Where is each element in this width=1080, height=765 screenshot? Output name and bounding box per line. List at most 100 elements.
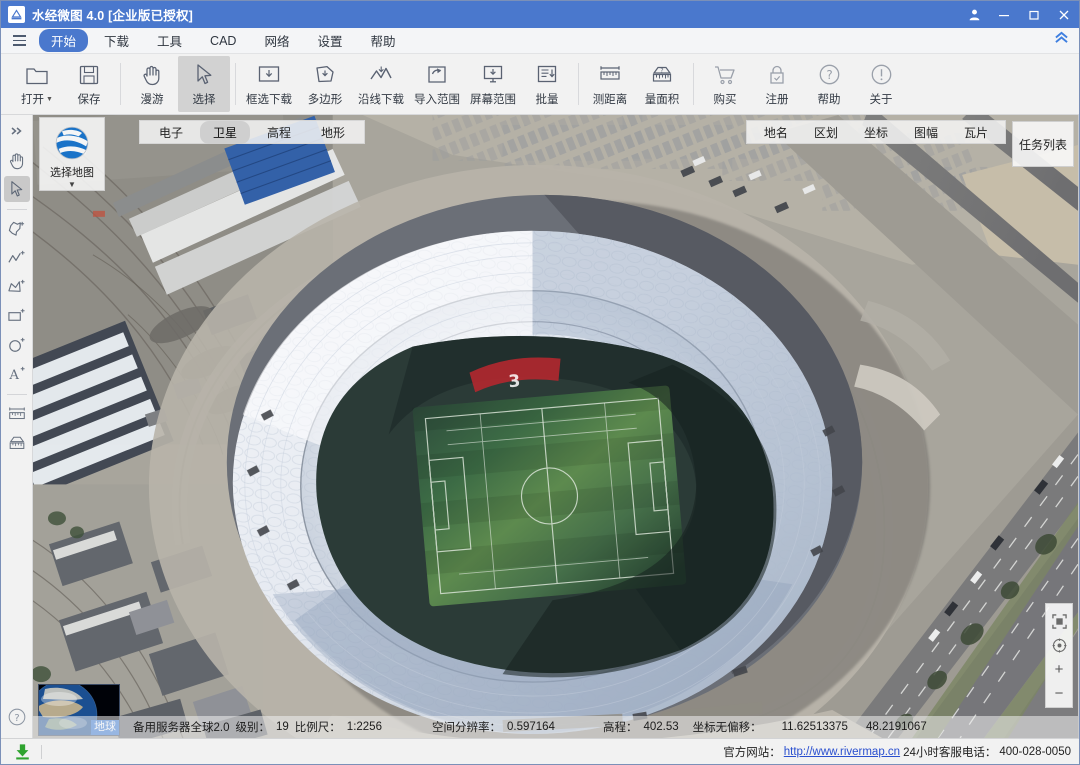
title-bar: 水经微图 4.0 [企业版已授权]: [1, 1, 1079, 28]
ribbon-register[interactable]: 注册: [751, 56, 803, 112]
ribbon-batch-label: 批量: [535, 93, 559, 106]
ribbon-save-label: 保存: [77, 93, 101, 106]
measure-distance-icon: [598, 62, 622, 88]
status-level-value: 19: [276, 721, 289, 733]
collapse-ribbon-icon[interactable]: [1054, 31, 1069, 47]
basemap-type-tabs: 电子 卫星 高程 地形: [139, 120, 366, 144]
tab-tiles[interactable]: 瓦片: [953, 121, 999, 144]
cursor-select-icon: [11, 181, 23, 197]
tool-separator: [6, 394, 27, 395]
basemap-selector-label: 选择地图: [50, 167, 94, 179]
status-latitude: 48.2191067: [865, 721, 927, 733]
center-target-button[interactable]: [1047, 633, 1071, 657]
tab-coordinates[interactable]: 坐标: [853, 121, 899, 144]
menu-item-tools[interactable]: 工具: [145, 29, 194, 52]
ribbon-separator: [120, 63, 121, 105]
chevron-down-icon: ▼: [68, 180, 76, 189]
menu-item-start[interactable]: 开始: [39, 29, 89, 52]
tool-select[interactable]: [3, 176, 30, 202]
ribbon-about[interactable]: 关于: [855, 56, 907, 112]
minimize-button[interactable]: [989, 1, 1019, 28]
ribbon-buy[interactable]: 购买: [699, 56, 751, 112]
tool-measure-area[interactable]: [4, 430, 30, 456]
ribbon-batch[interactable]: 批量: [521, 56, 573, 112]
polyline-download-icon: [368, 62, 394, 88]
ribbon-measure-distance[interactable]: 测距离: [584, 56, 636, 112]
ribbon-register-label: 注册: [765, 93, 789, 106]
ribbon-screen-range-label: 屏幕范围: [470, 93, 516, 106]
tool-draw-polyline[interactable]: [4, 245, 30, 271]
left-tool-rail: A ?: [1, 115, 33, 738]
tab-terrain[interactable]: 地形: [308, 121, 358, 144]
tab-placenames[interactable]: 地名: [753, 121, 799, 144]
menu-item-cad[interactable]: CAD: [198, 32, 248, 50]
tool-draw-circle[interactable]: [4, 332, 30, 358]
hamburger-menu-icon[interactable]: [7, 31, 31, 51]
download-manager-button[interactable]: [11, 742, 33, 762]
ribbon-select[interactable]: 选择: [178, 56, 230, 112]
ribbon-polyline-download[interactable]: 沿线下载: [353, 56, 409, 112]
ribbon-import-range[interactable]: 导入范围: [409, 56, 465, 112]
tool-draw-polygon[interactable]: [4, 274, 30, 300]
expand-panel-button[interactable]: [4, 118, 30, 144]
tab-elevation[interactable]: 高程: [254, 121, 304, 144]
ribbon-measure-area[interactable]: ? 量面积: [636, 56, 688, 112]
tool-help[interactable]: ?: [4, 704, 30, 730]
fit-extent-icon: [1051, 613, 1067, 629]
map-viewport[interactable]: 3 选择地图 ▼ 电子 卫星 高程 地形 地名 区划 坐标 图幅 瓦片 任务列表…: [33, 115, 1079, 738]
menu-item-settings[interactable]: 设置: [305, 29, 354, 52]
map-nav-controls: + −: [1045, 603, 1073, 708]
zoom-in-button[interactable]: +: [1047, 657, 1071, 681]
screen-range-icon: [481, 62, 505, 88]
fit-extent-button[interactable]: [1047, 609, 1071, 633]
hand-pan-icon: [141, 62, 163, 88]
measure-area-icon: ?: [650, 62, 674, 88]
close-button[interactable]: [1049, 1, 1079, 28]
tool-pan[interactable]: [4, 147, 30, 173]
ribbon-separator: [235, 63, 236, 105]
svg-text:A: A: [8, 368, 19, 383]
tool-measure-distance[interactable]: [4, 401, 30, 427]
maximize-button[interactable]: [1019, 1, 1049, 28]
main-body: A ? 3 选择地图 ▼ 电子 卫星 高程 地形 地名 区划 坐标 图幅 瓦片 …: [1, 115, 1079, 738]
menu-bar: 开始 下载 工具 CAD 网络 设置 帮助: [1, 28, 1079, 54]
status-resolution-label: 空间分辨率：: [431, 722, 501, 734]
ribbon-pan[interactable]: 漫游: [126, 56, 178, 112]
ribbon-screen-range[interactable]: 屏幕范围: [465, 56, 521, 112]
tab-electronic[interactable]: 电子: [146, 121, 196, 144]
official-site-link[interactable]: http://www.rivermap.cn: [784, 746, 900, 758]
satellite-imagery: 3: [33, 115, 1078, 738]
download-arrow-icon: [15, 744, 29, 760]
menu-item-network[interactable]: 网络: [252, 29, 301, 52]
status-bar: 官方网站： http://www.rivermap.cn 24小时客服电话： 4…: [1, 738, 1079, 764]
window-title: 水经微图 4.0 [企业版已授权]: [32, 9, 194, 23]
tool-draw-freehand[interactable]: [4, 216, 30, 242]
ribbon-buy-label: 购买: [713, 93, 737, 106]
status-offset-label: 坐标无偏移：: [692, 722, 762, 734]
ribbon-help[interactable]: ? 帮助: [803, 56, 855, 112]
menu-item-help[interactable]: 帮助: [358, 29, 407, 52]
menu-item-download[interactable]: 下载: [92, 29, 141, 52]
task-list-button[interactable]: 任务列表: [1012, 121, 1074, 167]
svg-text:?: ?: [660, 67, 663, 74]
svg-text:?: ?: [826, 68, 832, 82]
svg-text:?: ?: [14, 713, 19, 724]
tab-districts[interactable]: 区划: [803, 121, 849, 144]
ribbon-open[interactable]: 打开 ▼: [11, 56, 63, 112]
status-scale-label: 比例尺：: [294, 722, 341, 734]
zoom-out-button[interactable]: −: [1047, 681, 1071, 705]
ribbon-polygon-download[interactable]: 多边形: [297, 56, 353, 112]
account-icon[interactable]: [959, 1, 989, 28]
ribbon-separator: [693, 63, 694, 105]
tab-satellite[interactable]: 卫星: [200, 120, 251, 144]
basemap-selector-button[interactable]: 选择地图 ▼: [39, 117, 105, 191]
tool-add-text[interactable]: A: [4, 361, 30, 387]
ribbon-save[interactable]: 保存: [63, 56, 115, 112]
cursor-select-icon: [193, 62, 215, 88]
polygon-download-icon: [313, 62, 337, 88]
tool-draw-rectangle[interactable]: [4, 303, 30, 329]
double-chevron-right-icon: [11, 127, 22, 135]
ribbon-rect-download[interactable]: 框选下载: [241, 56, 297, 112]
official-site-label: 官方网站：: [723, 746, 781, 759]
tab-mapsheet[interactable]: 图幅: [903, 121, 949, 144]
